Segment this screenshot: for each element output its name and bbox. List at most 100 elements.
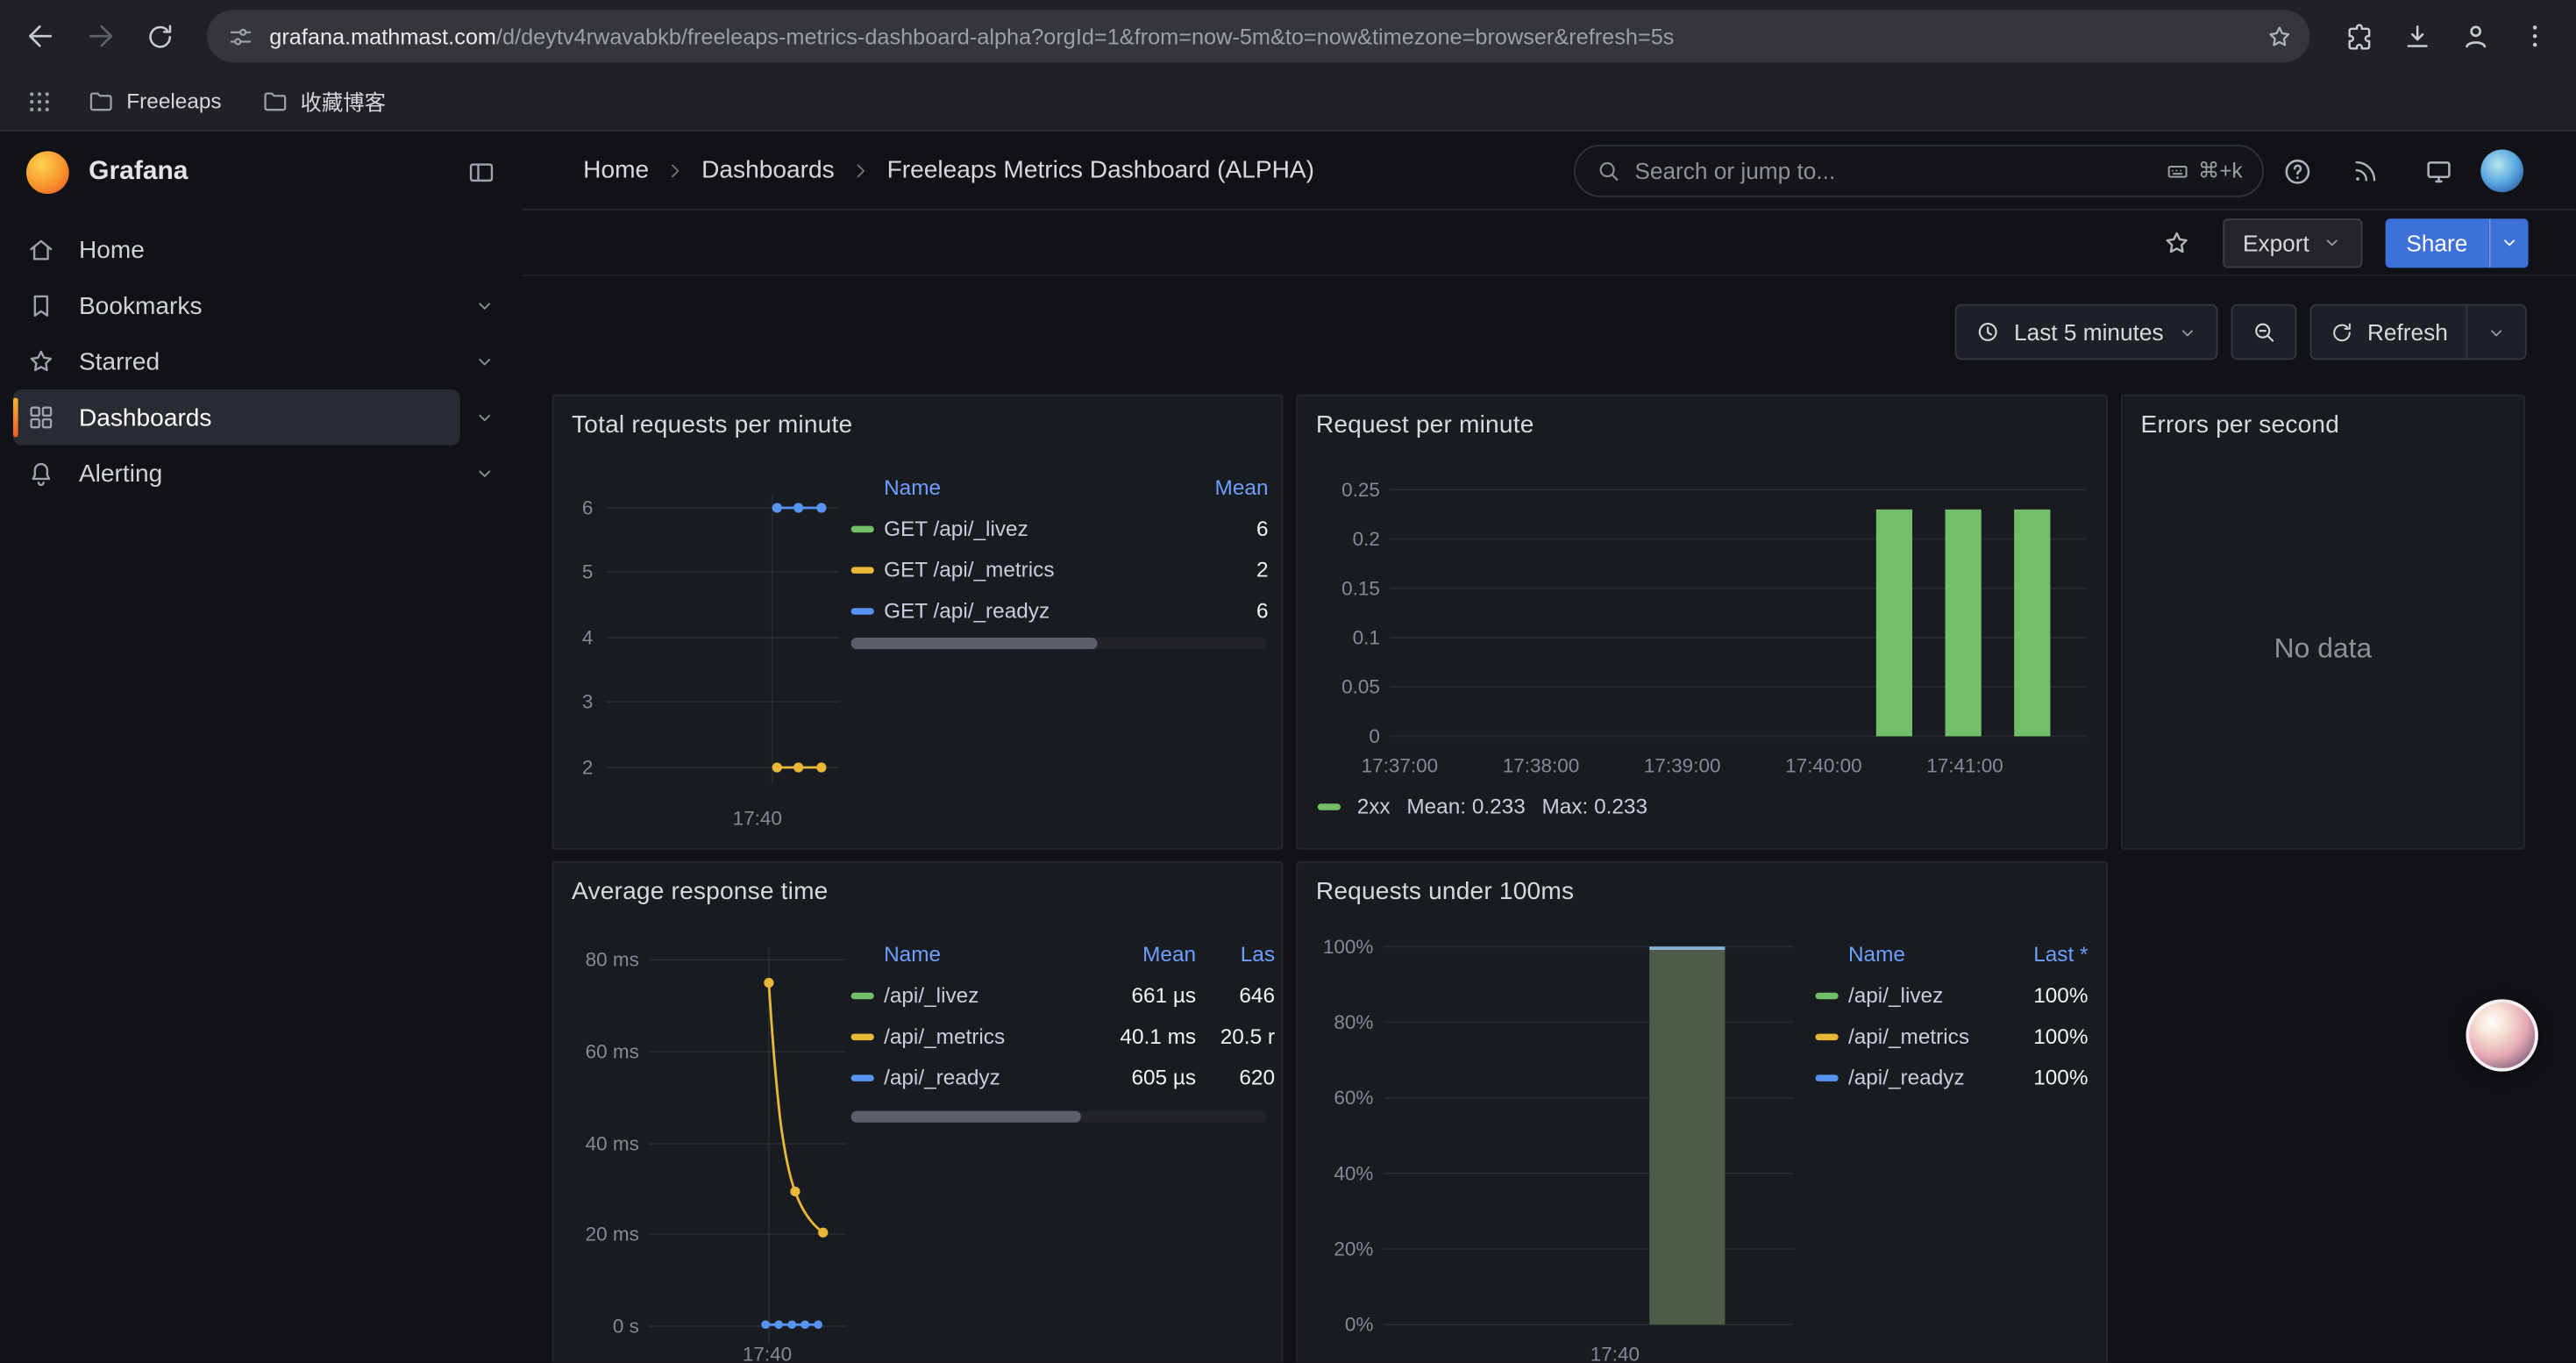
- search-input[interactable]: [1634, 158, 2152, 184]
- grafana-logo[interactable]: [26, 151, 69, 194]
- y-tick: 0.15: [1307, 574, 1379, 603]
- chevron-down-icon: [2486, 321, 2507, 342]
- table-row[interactable]: /api/_metrics 100%: [1815, 1016, 2088, 1057]
- zoom-out-button[interactable]: [2231, 304, 2296, 360]
- extensions-button[interactable]: [2330, 8, 2386, 64]
- y-tick: 80 ms: [557, 945, 639, 974]
- refresh-button[interactable]: Refresh: [2311, 306, 2466, 359]
- reload-button[interactable]: [132, 8, 188, 64]
- help-button[interactable]: [2270, 145, 2323, 197]
- scrollbar-thumb[interactable]: [851, 1111, 1081, 1123]
- refresh-interval-button[interactable]: [2466, 306, 2524, 359]
- col-mean[interactable]: Mean: [1177, 475, 1269, 500]
- table-row[interactable]: /api/_readyz 100%: [1815, 1057, 2088, 1098]
- table-row[interactable]: GET /api/_metrics 2: [851, 549, 1269, 590]
- display-button[interactable]: [2412, 145, 2465, 197]
- table-row[interactable]: /api/_livez 100%: [1815, 974, 2088, 1016]
- breadcrumb-current[interactable]: Freeleaps Metrics Dashboard (ALPHA): [887, 156, 1314, 184]
- apps-button[interactable]: [17, 78, 62, 124]
- bookmark-label: Freeleaps: [126, 89, 221, 113]
- y-tick: 0: [1307, 722, 1379, 752]
- star-icon: [26, 346, 56, 376]
- panel-title[interactable]: Errors per second: [2140, 410, 2339, 439]
- col-last[interactable]: Last *: [2003, 942, 2088, 967]
- expand-bookmarks-button[interactable]: [460, 278, 509, 334]
- collapse-sidebar-icon[interactable]: [466, 158, 496, 188]
- search-bar[interactable]: ⌘+k: [1574, 145, 2264, 197]
- expand-alerting-button[interactable]: [460, 446, 509, 502]
- url-domain: grafana.mathmast.com: [269, 24, 496, 48]
- table-row[interactable]: GET /api/_livez 6: [851, 508, 1269, 549]
- table-scrollbar[interactable]: [851, 638, 1267, 649]
- export-label: Export: [2243, 229, 2309, 255]
- table-row[interactable]: /api/_metrics 40.1 ms 20.5 r: [851, 1016, 1284, 1057]
- profile-button[interactable]: [2448, 8, 2504, 64]
- x-tick: 17:37:00: [1342, 751, 1457, 781]
- no-data-message: No data: [2123, 632, 2523, 665]
- panel-legend-table: Name Mean Las /api/_livez 661 µs 646 /ap…: [851, 933, 1284, 1097]
- panel-title[interactable]: Average response time: [572, 878, 828, 906]
- time-range-picker[interactable]: Last 5 minutes: [1955, 304, 2218, 360]
- chart-legend: 2xx Mean: 0.233 Max: 0.233: [1318, 794, 1647, 818]
- downloads-button[interactable]: [2388, 8, 2444, 64]
- sidebar-nav: Home Bookmarks Starred: [0, 222, 523, 502]
- legend-series-name[interactable]: 2xx: [1357, 794, 1391, 818]
- table-row[interactable]: GET /api/_readyz 6: [851, 590, 1269, 632]
- y-tick: 0.2: [1307, 525, 1379, 554]
- back-button[interactable]: [13, 8, 69, 64]
- series-swatch: [851, 525, 874, 532]
- bookmark-star-button[interactable]: [2257, 15, 2300, 58]
- panel-legend-table: Name Mean GET /api/_livez 6 GET /api/_me…: [851, 467, 1269, 631]
- table-scrollbar[interactable]: [851, 1111, 1267, 1123]
- site-settings-icon[interactable]: [227, 22, 255, 50]
- monitor-icon: [2423, 155, 2454, 187]
- scrollbar-thumb[interactable]: [851, 638, 1098, 649]
- floating-assistant-avatar[interactable]: [2466, 999, 2537, 1071]
- news-button[interactable]: [2339, 145, 2392, 197]
- breadcrumb-dashboards[interactable]: Dashboards: [701, 156, 835, 184]
- profile-icon: [2459, 19, 2492, 52]
- series-swatch: [851, 566, 874, 572]
- time-controls: Last 5 minutes Refresh: [523, 276, 2576, 360]
- table-row[interactable]: /api/_livez 661 µs 646: [851, 974, 1284, 1016]
- sidebar-item-bookmarks[interactable]: Bookmarks: [13, 278, 460, 334]
- sidebar-item-dashboards[interactable]: Dashboards: [13, 389, 460, 446]
- col-name[interactable]: Name: [884, 942, 1058, 967]
- share-menu-button[interactable]: [2489, 218, 2529, 267]
- sidebar-header: Grafana: [0, 132, 523, 214]
- col-last[interactable]: Las: [1196, 942, 1275, 967]
- col-name[interactable]: Name: [884, 475, 1177, 500]
- col-mean[interactable]: Mean: [1058, 942, 1196, 967]
- sidebar-item-label: Bookmarks: [79, 292, 447, 320]
- export-button[interactable]: Export: [2223, 218, 2361, 267]
- sidebar-item-home[interactable]: Home: [13, 222, 509, 278]
- chevron-down-icon: [2321, 232, 2342, 253]
- table-row[interactable]: /api/_readyz 605 µs 620: [851, 1057, 1284, 1098]
- bookmark-folder-freeleaps[interactable]: Freeleaps: [72, 81, 236, 122]
- url-bar[interactable]: grafana.mathmast.com/d/deytv4rwavabkb/fr…: [207, 10, 2309, 62]
- col-name[interactable]: Name: [1848, 942, 2003, 967]
- table-header: Name Mean: [851, 467, 1269, 508]
- browser-window: grafana.mathmast.com/d/deytv4rwavabkb/fr…: [0, 0, 2576, 1362]
- series-swatch: [851, 1033, 874, 1039]
- y-tick: 20%: [1305, 1234, 1374, 1264]
- panel-title[interactable]: Total requests per minute: [572, 410, 852, 439]
- browser-menu-button[interactable]: [2507, 8, 2563, 64]
- y-tick: 40%: [1305, 1159, 1374, 1188]
- sidebar-item-starred[interactable]: Starred: [13, 333, 460, 389]
- share-button[interactable]: Share: [2385, 218, 2489, 267]
- forward-button[interactable]: [72, 8, 128, 64]
- expand-starred-button[interactable]: [460, 333, 509, 389]
- chevron-down-icon: [2177, 321, 2198, 342]
- series-swatch: [851, 1074, 874, 1080]
- expand-dashboards-button[interactable]: [460, 389, 509, 446]
- breadcrumb-home[interactable]: Home: [583, 156, 649, 184]
- y-tick: 80%: [1305, 1008, 1374, 1038]
- sidebar: Grafana Home Bookmarks: [0, 132, 523, 1362]
- bookmark-folder-blogs[interactable]: 收藏博客: [246, 79, 401, 124]
- favorite-dashboard-button[interactable]: [2154, 219, 2200, 265]
- panel-title[interactable]: Request per minute: [1316, 410, 1534, 439]
- panel-title[interactable]: Requests under 100ms: [1316, 878, 1574, 906]
- user-avatar[interactable]: [2480, 150, 2523, 193]
- sidebar-item-alerting[interactable]: Alerting: [13, 446, 460, 502]
